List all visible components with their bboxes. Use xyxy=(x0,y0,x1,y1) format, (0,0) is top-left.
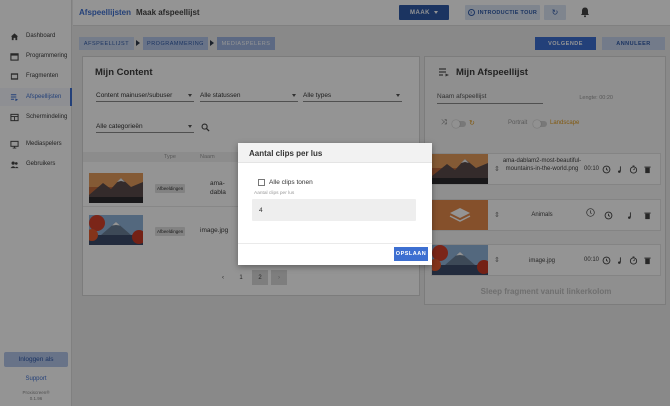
clips-per-loop-dialog: Aantal clips per lus Alle clips tonen Aa… xyxy=(238,143,432,265)
clips-per-loop-value: 4 xyxy=(259,207,263,214)
clips-per-loop-label: Aantal clips per lus xyxy=(254,191,295,196)
dialog-title: Aantal clips per lus xyxy=(249,149,323,158)
dialog-header: Aantal clips per lus xyxy=(238,143,432,163)
clips-per-loop-field[interactable]: Aantal clips per lus 4 xyxy=(252,191,416,221)
show-all-clips-checkbox[interactable] xyxy=(258,179,265,186)
show-all-clips-label: Alle clips tonen xyxy=(269,179,313,186)
save-button[interactable]: OPSLAAN xyxy=(394,247,428,261)
